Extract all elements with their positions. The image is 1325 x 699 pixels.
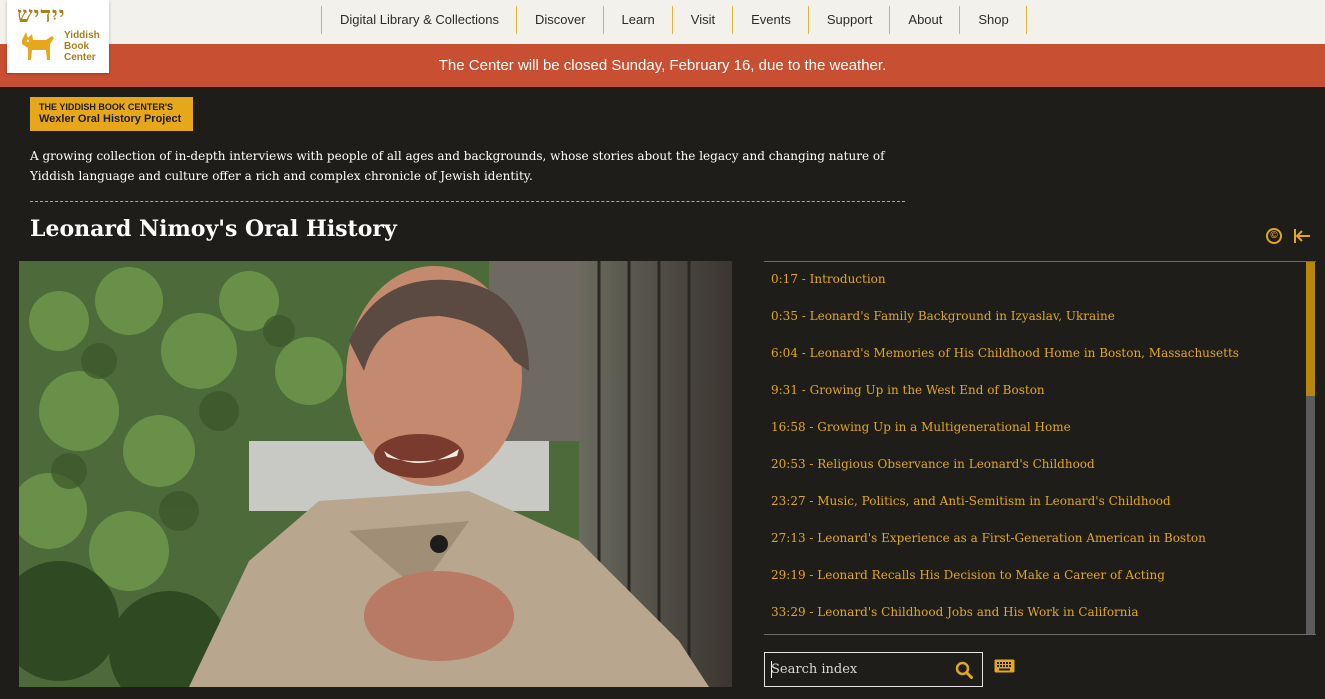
index-item[interactable]: 16:58 - Growing Up in a Multigenerationa… <box>771 420 1071 434</box>
index-item[interactable]: 0:17 - Introduction <box>771 272 886 286</box>
closure-alert: The Center will be closed Sunday, Februa… <box>0 44 1325 87</box>
index-item[interactable]: 33:29 - Leonard's Childhood Jobs and His… <box>771 605 1139 619</box>
index-item[interactable]: 27:13 - Leonard's Experience as a First-… <box>771 531 1206 545</box>
logo-name-line1: Yiddish <box>64 30 100 41</box>
main-nav: Digital Library & Collections Discover L… <box>321 6 1027 34</box>
goat-logo-icon <box>22 32 54 60</box>
nav-events[interactable]: Events <box>732 6 808 34</box>
project-description: A growing collection of in-depth intervi… <box>30 149 885 183</box>
index-item[interactable]: 0:35 - Leonard's Family Background in Iz… <box>771 309 1115 323</box>
keyboard-icon[interactable] <box>994 659 1015 673</box>
index-item[interactable]: 29:19 - Leonard Recalls His Decision to … <box>771 568 1165 582</box>
nav-visit[interactable]: Visit <box>671 6 732 34</box>
video-frame <box>19 261 732 687</box>
collapse-panel-icon[interactable] <box>1293 228 1311 244</box>
logo-hebrew-text: ייִדיש <box>17 2 66 28</box>
project-badge[interactable]: THE YIDDISH BOOK CENTER'S Wexler Oral Hi… <box>30 97 193 131</box>
nav-about[interactable]: About <box>889 6 959 34</box>
index-item[interactable]: 20:53 - Religious Observance in Leonard'… <box>771 457 1095 471</box>
chapter-index: 0:17 - Introduction 0:35 - Leonard's Fam… <box>764 261 1316 635</box>
dashed-divider <box>30 201 905 202</box>
logo-name-line3: Center <box>64 52 96 63</box>
index-item[interactable]: 23:27 - Music, Politics, and Anti-Semiti… <box>771 494 1171 508</box>
logo-name-line2: Book <box>64 41 89 52</box>
page-title: Leonard Nimoy's Oral History <box>30 216 397 242</box>
nav-shop[interactable]: Shop <box>959 6 1027 34</box>
search-icon[interactable] <box>955 661 973 679</box>
index-scrollbar-thumb[interactable] <box>1306 262 1315 396</box>
badge-line1: THE YIDDISH BOOK CENTER'S <box>39 102 173 112</box>
badge-line2: Wexler Oral History Project <box>39 113 182 125</box>
video-player[interactable] <box>19 261 732 687</box>
nav-learn[interactable]: Learn <box>602 6 672 34</box>
top-navigation: Digital Library & Collections Discover L… <box>0 0 1325 44</box>
index-item[interactable]: 9:31 - Growing Up in the West End of Bos… <box>771 383 1045 397</box>
text-caret <box>771 661 772 678</box>
copyright-icon[interactable]: © <box>1266 228 1282 244</box>
nav-digital-library[interactable]: Digital Library & Collections <box>321 6 516 34</box>
nav-support[interactable]: Support <box>807 6 890 34</box>
site-logo[interactable]: ייִדיש Yiddish Book Center <box>7 0 109 73</box>
nav-discover[interactable]: Discover <box>515 6 603 34</box>
index-search-box <box>764 652 983 687</box>
search-input[interactable] <box>771 653 941 686</box>
index-item[interactable]: 6:04 - Leonard's Memories of His Childho… <box>771 346 1239 360</box>
logo-name: Yiddish Book Center <box>64 30 100 63</box>
